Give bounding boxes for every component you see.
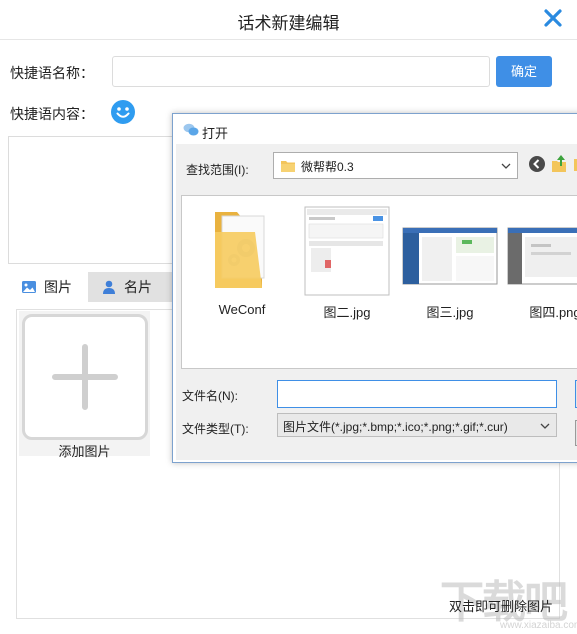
file-type-label: 文件类型(T): xyxy=(182,422,249,436)
tab-cards[interactable]: 名片 xyxy=(88,272,174,302)
dialog-title: 打开 xyxy=(202,126,229,141)
open-file-dialog: 打开 查找范围(I): 微帮帮0.3 WeConf 图二.jpg 图三.jpg … xyxy=(172,113,577,463)
look-in-label: 查找范围(I): xyxy=(186,163,249,177)
title-bar: 话术新建编辑 xyxy=(0,0,577,40)
file-name: 图二.jpg xyxy=(323,305,371,320)
file-item-image[interactable]: 图四.png xyxy=(505,202,577,332)
delete-hint: 双击即可删除图片 xyxy=(449,599,554,614)
file-name: 图四.png xyxy=(529,305,577,320)
chevron-down-icon xyxy=(540,423,550,429)
file-name: WeConf xyxy=(218,302,266,317)
confirm-button[interactable]: 确定 xyxy=(496,56,552,87)
file-item-folder[interactable]: WeConf xyxy=(192,202,292,332)
new-folder-icon[interactable] xyxy=(572,154,577,172)
name-label: 快捷语名称： xyxy=(10,65,94,81)
file-type-value: 图片文件(*.jpg;*.bmp;*.ico;*.png;*.gif;*.cur… xyxy=(283,420,508,434)
tab-images-label: 图片 xyxy=(44,279,72,295)
close-icon xyxy=(544,9,562,27)
look-in-value: 微帮帮0.3 xyxy=(301,160,354,174)
name-input[interactable] xyxy=(112,56,490,87)
file-name: 图三.jpg xyxy=(426,305,474,320)
image-thumbnail-icon xyxy=(304,206,390,296)
file-type-select[interactable]: 图片文件(*.jpg;*.bmp;*.ico;*.png;*.gif;*.cur… xyxy=(277,413,557,437)
person-icon xyxy=(103,280,115,294)
content-textarea[interactable] xyxy=(8,136,183,264)
image-icon xyxy=(22,281,36,293)
folder-icon xyxy=(215,212,265,288)
file-name-label: 文件名(N): xyxy=(182,389,238,403)
image-thumbnail-icon xyxy=(507,227,577,285)
look-in-select[interactable]: 微帮帮0.3 xyxy=(273,152,518,179)
add-image-tile[interactable]: 添加图片 xyxy=(19,311,150,459)
tab-images[interactable]: 图片 xyxy=(8,272,94,302)
emoji-button[interactable] xyxy=(110,99,136,125)
watermark-url: www.xiazaiba.com xyxy=(500,620,577,631)
add-image-label: 添加图片 xyxy=(58,444,111,459)
tab-cards-label: 名片 xyxy=(124,279,152,295)
chat-bubble-icon xyxy=(183,123,199,136)
close-button[interactable] xyxy=(540,5,566,31)
up-folder-icon[interactable] xyxy=(550,153,568,173)
chevron-down-icon xyxy=(501,163,511,169)
plus-icon xyxy=(52,344,118,410)
content-label: 快捷语内容： xyxy=(10,106,94,122)
image-thumbnail-icon xyxy=(402,227,498,285)
file-list: WeConf 图二.jpg 图三.jpg 图四.png xyxy=(181,195,577,369)
back-icon[interactable] xyxy=(528,155,546,173)
dialog-body: 查找范围(I): 微帮帮0.3 WeConf 图二.jpg 图三.jpg 图四.… xyxy=(176,144,577,460)
window-title: 话术新建编辑 xyxy=(237,14,340,33)
file-item-image[interactable]: 图二.jpg xyxy=(297,202,397,332)
file-item-image[interactable]: 图三.jpg xyxy=(400,202,500,332)
file-name-input[interactable] xyxy=(277,380,557,408)
smiley-icon xyxy=(111,100,135,124)
folder-icon xyxy=(281,161,295,172)
add-image-box xyxy=(22,314,148,440)
